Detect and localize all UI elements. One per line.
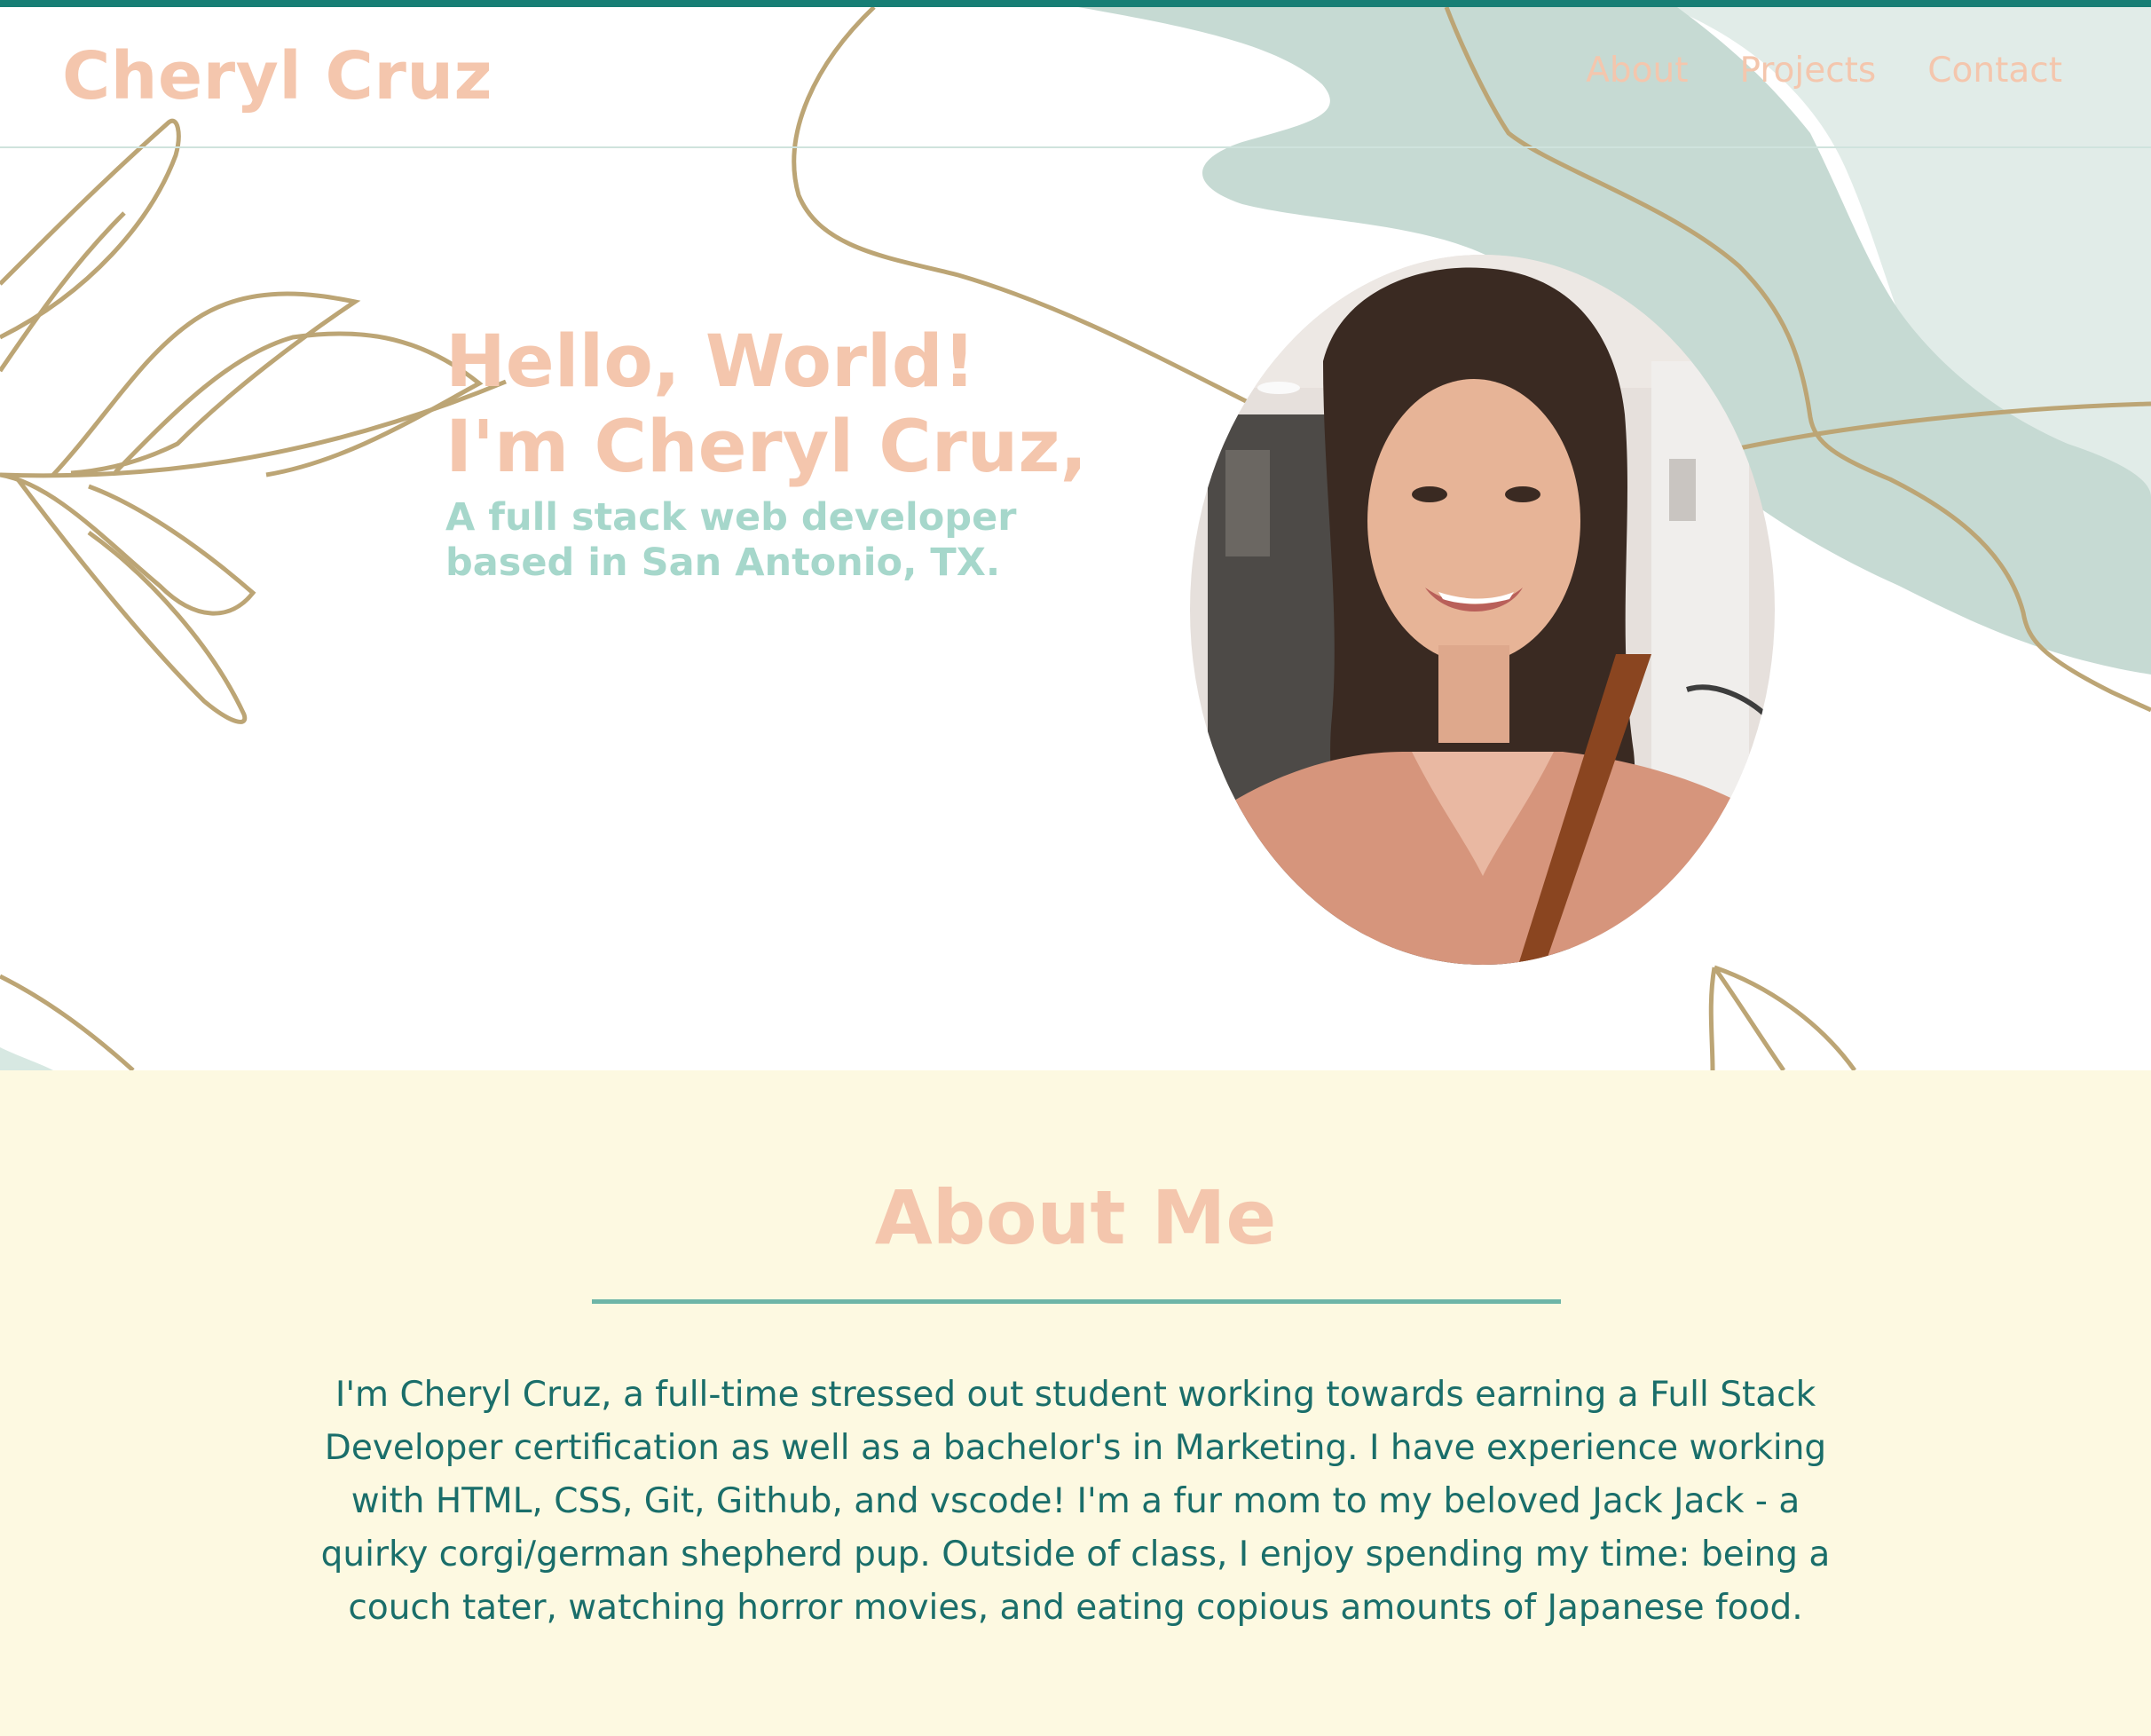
pale-corner-shape <box>0 1047 53 1070</box>
main-nav: About Projects Contact <box>1586 46 2062 96</box>
top-accent-bar <box>0 0 2151 7</box>
hero-subtitle: A full stack web developer based in San … <box>445 495 1017 585</box>
about-section: About Me I'm Cheryl Cruz, a full-time st… <box>0 1070 2151 1736</box>
about-divider <box>592 1299 1561 1304</box>
brand-logo[interactable]: Cheryl Cruz <box>62 37 492 115</box>
nav-link-projects[interactable]: Projects <box>1740 46 1877 96</box>
site-header: Cheryl Cruz About Projects Contact <box>0 7 2151 148</box>
about-bio: I'm Cheryl Cruz, a full-time stressed ou… <box>320 1375 1831 1628</box>
nav-link-about[interactable]: About <box>1586 46 1688 96</box>
hero-text: Hello, World! I'm Cheryl Cruz, A full st… <box>445 320 1173 586</box>
profile-photo-illustration <box>1190 255 1775 965</box>
nav-link-contact[interactable]: Contact <box>1927 46 2062 96</box>
hero-intro: I'm Cheryl Cruz, <box>445 406 1088 489</box>
hero-greeting: Hello, World! <box>445 320 976 404</box>
profile-photo <box>1190 255 1775 965</box>
about-heading: About Me <box>874 1174 1277 1261</box>
